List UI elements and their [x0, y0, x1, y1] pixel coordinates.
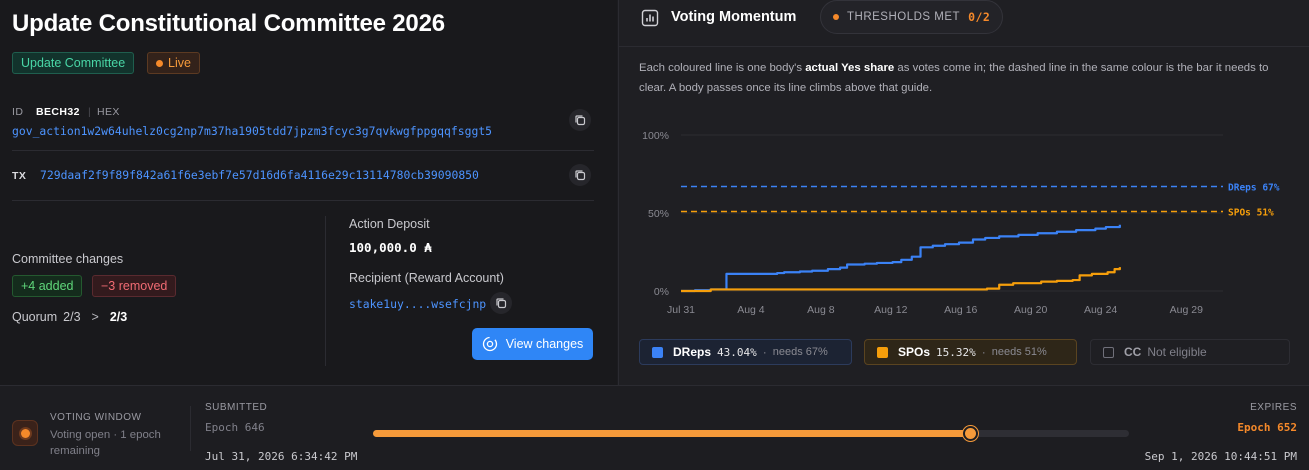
divider: [190, 406, 191, 451]
legend-dreps-pct: 43.04%: [717, 345, 757, 359]
deposit-value: 100,000.0 ₳: [349, 240, 432, 255]
divider: [12, 150, 594, 151]
x-tick-label: Aug 24: [1084, 304, 1117, 316]
committee-changes-label: Committee changes: [12, 252, 124, 266]
copy-tx-button[interactable]: [569, 164, 591, 186]
submitted-label: SUBMITTED: [205, 402, 268, 413]
copy-icon: [496, 298, 507, 309]
x-tick-label: Aug 29: [1170, 304, 1203, 316]
spos-swatch-icon: [877, 346, 888, 358]
submitted-epoch: Epoch 646: [205, 421, 265, 434]
tx-label: TX: [12, 170, 27, 182]
gov-action-id[interactable]: gov_action1w2w64uhelz0cg2np7m37ha1905tdd…: [12, 124, 492, 138]
legend-dreps[interactable]: DReps 43.04% · needs 67%: [639, 339, 852, 365]
quorum-new: 2/3: [109, 310, 128, 324]
changes-icon: [482, 336, 497, 352]
thresholds-label: THRESHOLDS MET: [847, 11, 961, 23]
removed-count-chip: −3 removed: [92, 275, 177, 297]
x-tick-label: Aug 20: [1014, 304, 1047, 316]
threshold-label: SPOs 51%: [1228, 207, 1274, 218]
format-toggle-bech32[interactable]: BECH32: [36, 106, 80, 118]
x-tick-label: Aug 8: [807, 304, 835, 316]
quorum-arrow-icon: >: [91, 310, 99, 324]
x-tick-label: Jul 31: [667, 304, 695, 316]
y-tick-label: 100%: [642, 130, 669, 142]
desc-part-1: Each coloured line is one body's: [639, 62, 806, 74]
recipient-address[interactable]: stake1uy....wsefcjnp: [349, 297, 486, 311]
legend-cc-name: CC: [1124, 345, 1142, 359]
voting-window-status: Voting open · 1 epoch remaining: [50, 429, 161, 457]
legend-spos[interactable]: SPOs 15.32% · needs 51%: [864, 339, 1077, 365]
copy-icon: [575, 115, 586, 126]
y-tick-label: 0%: [654, 286, 669, 298]
voting-window-icon: [12, 420, 38, 446]
divider: [12, 200, 594, 201]
legend-dot: ·: [762, 345, 767, 359]
desc-bold: actual Yes share: [805, 62, 895, 74]
y-tick-label: 50%: [648, 208, 669, 220]
x-tick-label: Aug 16: [944, 304, 977, 316]
voting-momentum-chart: 0% 50% 100% Jul 31 Aug 4 Aug 8 Aug 12 Aug 16 Aug…: [642, 130, 1280, 316]
voting-window-bar: VOTING WINDOW Voting open · 1 epoch rema…: [0, 385, 1309, 470]
legend-spos-need: needs 51%: [991, 346, 1047, 358]
legend-dreps-need: needs 67%: [772, 346, 828, 358]
threshold-label: DReps 67%: [1228, 182, 1280, 193]
thresholds-dot-icon: [833, 14, 839, 20]
copy-recipient-button[interactable]: [490, 292, 512, 314]
voting-window-label: VOTING WINDOW: [50, 412, 142, 423]
cc-checkbox-icon: [1103, 346, 1114, 358]
added-count-chip: +4 added: [12, 275, 83, 297]
quorum-old: 2/3: [63, 310, 81, 324]
tx-hash[interactable]: 729daaf2f9f89f842a61f6e3ebf7e57d16d6fa41…: [40, 168, 479, 182]
series-line-spos: [681, 267, 1121, 293]
status-badge: Live: [147, 52, 200, 74]
id-label: ID: [12, 106, 24, 118]
expires-date: Sep 1, 2026 10:44:51 PM: [1144, 450, 1297, 463]
legend-spos-pct: 15.32%: [936, 345, 976, 359]
live-dot-icon: [156, 59, 163, 67]
voting-momentum-panel: Voting Momentum THRESHOLDS MET 0/2 Each …: [618, 0, 1309, 385]
chart-description: Each coloured line is one body's actual …: [639, 58, 1289, 98]
voting-progress-track: [373, 426, 1129, 441]
voting-progress-fill: [373, 430, 971, 437]
format-separator: |: [88, 106, 92, 118]
voting-progress-marker: [963, 426, 979, 441]
recipient-label: Recipient (Reward Account): [349, 271, 504, 285]
x-tick-label: Aug 12: [874, 304, 907, 316]
view-changes-label: View changes: [505, 337, 584, 351]
header-divider: [619, 46, 1309, 47]
copy-id-button[interactable]: [569, 109, 591, 131]
quorum-row: Quorum 2/3 > 2/3: [12, 310, 127, 324]
expires-label: EXPIRES: [1250, 402, 1297, 413]
legend-cc-status: Not eligible: [1147, 345, 1207, 359]
live-dot-icon: [20, 428, 30, 438]
view-changes-button[interactable]: View changes: [472, 328, 593, 360]
legend-cc: CC Not eligible: [1090, 339, 1290, 365]
status-badge-label: Live: [168, 56, 191, 70]
legend-spos-name: SPOs: [898, 345, 931, 359]
bar-chart-icon: [641, 9, 659, 27]
column-divider: [325, 216, 326, 366]
thresholds-met-pill: THRESHOLDS MET 0/2: [820, 0, 1004, 34]
expires-epoch: Epoch 652: [1237, 421, 1297, 434]
legend-dreps-name: DReps: [673, 345, 712, 359]
quorum-label: Quorum: [12, 310, 58, 324]
voting-momentum-title: Voting Momentum: [671, 9, 797, 25]
format-toggle-hex[interactable]: HEX: [97, 106, 120, 118]
deposit-label: Action Deposit: [349, 217, 430, 231]
page-title: Update Constitutional Committee 2026: [12, 10, 445, 37]
thresholds-count: 0/2: [968, 10, 991, 24]
copy-icon: [575, 170, 586, 181]
dreps-swatch-icon: [652, 346, 663, 358]
type-badge: Update Committee: [12, 52, 135, 74]
x-tick-label: Aug 4: [737, 304, 765, 316]
submitted-date: Jul 31, 2026 6:34:42 PM: [205, 450, 358, 463]
legend-dot: ·: [981, 345, 986, 359]
proposal-details-panel: Update Constitutional Committee 2026 Upd…: [0, 0, 617, 385]
